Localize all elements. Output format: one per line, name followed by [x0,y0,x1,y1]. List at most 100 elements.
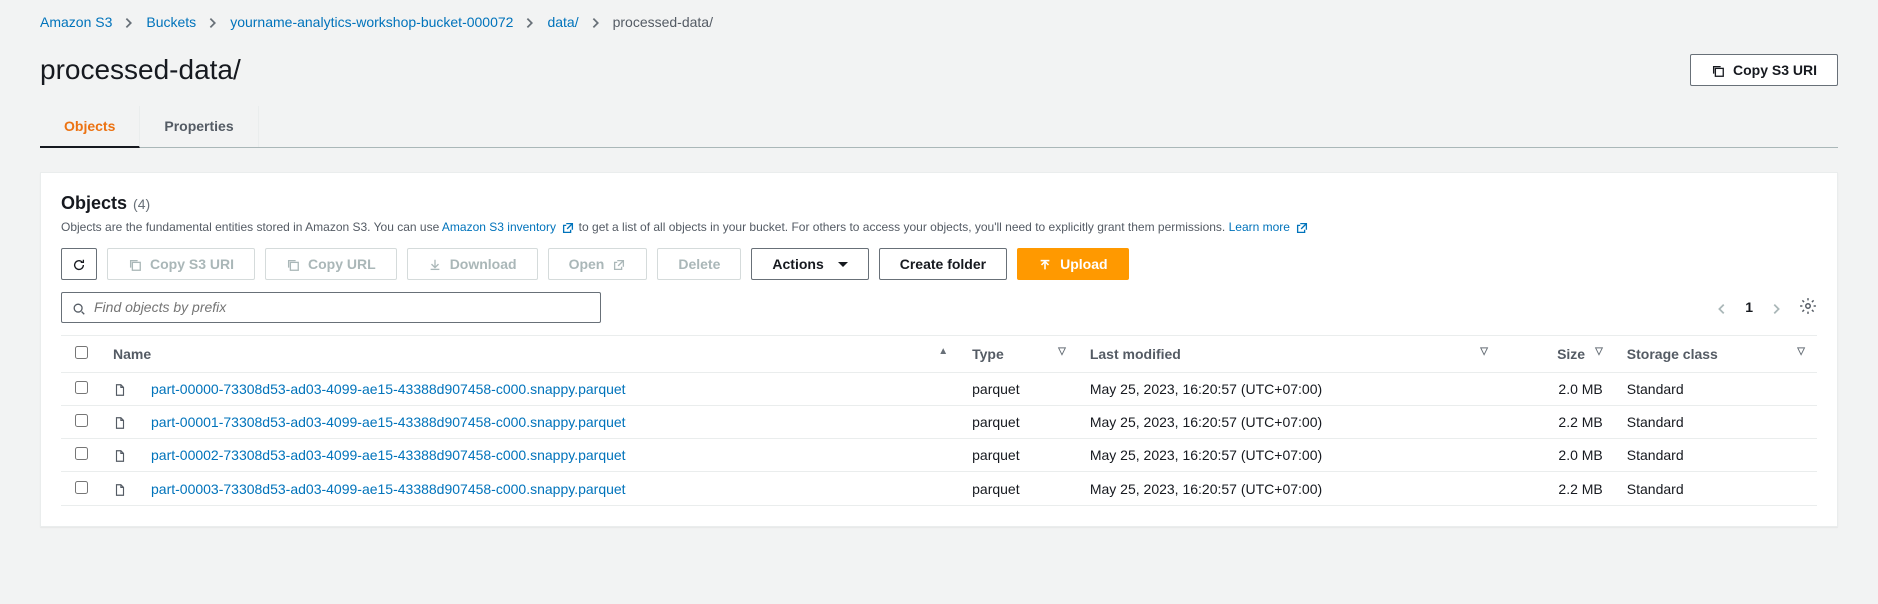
actions-dropdown-button[interactable]: Actions [751,248,868,280]
external-link-icon [561,218,575,236]
copy-icon [128,256,142,272]
breadcrumb-link[interactable]: Buckets [146,14,196,30]
caret-down-icon [838,262,848,267]
file-icon [113,381,127,397]
button-label: Download [450,256,517,272]
object-type: parquet [960,439,1078,472]
object-type: parquet [960,405,1078,438]
row-checkbox[interactable] [75,481,88,494]
refresh-icon [72,256,86,272]
page-root: Amazon S3 Buckets yourname-analytics-wor… [0,0,1878,527]
object-name-link[interactable]: part-00001-73308d53-ad03-4099-ae15-43388… [151,414,626,430]
create-folder-button[interactable]: Create folder [879,248,1007,280]
object-size: 2.0 MB [1500,372,1615,405]
external-link-icon [1295,218,1309,236]
settings-button[interactable] [1799,297,1817,318]
filter-row: 1 [61,292,1817,322]
button-label: Copy S3 URI [150,256,234,272]
table-row: part-00000-73308d53-ad03-4099-ae15-43388… [61,372,1817,405]
page-title: processed-data/ [40,54,241,86]
copy-url-button[interactable]: Copy URL [265,248,397,280]
copy-icon [1711,62,1725,78]
page-number: 1 [1745,299,1753,315]
object-last-modified: May 25, 2023, 16:20:57 (UTC+07:00) [1078,372,1500,405]
button-label: Copy URL [308,256,376,272]
sort-icon: ▽ [1595,346,1603,357]
sort-asc-icon: ▲ [938,346,948,357]
breadcrumb: Amazon S3 Buckets yourname-analytics-wor… [40,0,1838,44]
panel-description: Objects are the fundamental entities sto… [61,218,1817,236]
next-page-button[interactable] [1769,299,1783,315]
search-icon [72,299,86,315]
objects-table: Name ▲ Type ▽ Last modified ▽ Size ▽ [61,335,1817,506]
sort-icon: ▽ [1058,346,1066,357]
link-label: Learn more [1229,220,1290,234]
tab-properties[interactable]: Properties [140,106,258,147]
upload-icon [1038,256,1052,272]
object-name-link[interactable]: part-00002-73308d53-ad03-4099-ae15-43388… [151,447,626,463]
object-name-link[interactable]: part-00003-73308d53-ad03-4099-ae15-43388… [151,481,626,497]
upload-button[interactable]: Upload [1017,248,1128,280]
column-header-name[interactable]: Name ▲ [101,335,960,372]
chevron-right-icon [206,14,220,30]
object-last-modified: May 25, 2023, 16:20:57 (UTC+07:00) [1078,439,1500,472]
object-name-link[interactable]: part-00000-73308d53-ad03-4099-ae15-43388… [151,381,626,397]
breadcrumb-link[interactable]: Amazon S3 [40,14,112,30]
object-size: 2.0 MB [1500,439,1615,472]
button-label: Upload [1060,256,1107,272]
column-label: Size [1557,346,1585,362]
panel-toolbar: Copy S3 URI Copy URL Download Open [61,248,1817,280]
chevron-right-icon [589,14,603,30]
row-checkbox[interactable] [75,447,88,460]
select-all-checkbox[interactable] [75,346,88,359]
breadcrumb-link[interactable]: yourname-analytics-workshop-bucket-00007… [230,14,513,30]
column-header-last-modified[interactable]: Last modified ▽ [1078,335,1500,372]
object-storage-class: Standard [1615,372,1817,405]
download-icon [428,256,442,272]
desc-text: to get a list of all objects in your buc… [579,220,1229,234]
file-icon [113,447,127,463]
download-button[interactable]: Download [407,248,538,280]
button-label: Create folder [900,256,986,272]
column-label: Name [113,346,151,362]
object-last-modified: May 25, 2023, 16:20:57 (UTC+07:00) [1078,405,1500,438]
row-checkbox[interactable] [75,414,88,427]
search-box[interactable] [61,292,601,322]
copy-s3-uri-toolbar-button[interactable]: Copy S3 URI [107,248,255,280]
refresh-button[interactable] [61,248,97,280]
panel-count: (4) [133,196,150,212]
column-label: Type [972,346,1004,362]
row-checkbox[interactable] [75,381,88,394]
page-header: processed-data/ Copy S3 URI [40,44,1838,106]
search-input[interactable] [94,299,590,315]
breadcrumb-current: processed-data/ [613,14,713,30]
delete-button[interactable]: Delete [657,248,741,280]
prev-page-button[interactable] [1715,299,1729,315]
copy-s3-uri-button[interactable]: Copy S3 URI [1690,54,1838,86]
button-label: Actions [772,256,823,272]
open-button[interactable]: Open [548,248,648,280]
column-header-storage-class[interactable]: Storage class ▽ [1615,335,1817,372]
object-size: 2.2 MB [1500,405,1615,438]
desc-text: Objects are the fundamental entities sto… [61,220,442,234]
column-header-type[interactable]: Type ▽ [960,335,1078,372]
panel-title: Objects [61,193,127,214]
object-type: parquet [960,372,1078,405]
tab-objects[interactable]: Objects [40,106,140,148]
object-type: parquet [960,472,1078,505]
chevron-right-icon [122,14,136,30]
table-row: part-00002-73308d53-ad03-4099-ae15-43388… [61,439,1817,472]
sort-icon: ▽ [1480,346,1488,357]
column-header-size[interactable]: Size ▽ [1500,335,1615,372]
column-label: Storage class [1627,346,1718,362]
external-link-icon [612,256,626,272]
inventory-link[interactable]: Amazon S3 inventory [442,220,579,234]
breadcrumb-link[interactable]: data/ [547,14,578,30]
table-row: part-00001-73308d53-ad03-4099-ae15-43388… [61,405,1817,438]
select-all-header [61,335,101,372]
object-last-modified: May 25, 2023, 16:20:57 (UTC+07:00) [1078,472,1500,505]
learn-more-link[interactable]: Learn more [1229,220,1310,234]
object-storage-class: Standard [1615,439,1817,472]
file-icon [113,480,127,496]
file-icon [113,414,127,430]
